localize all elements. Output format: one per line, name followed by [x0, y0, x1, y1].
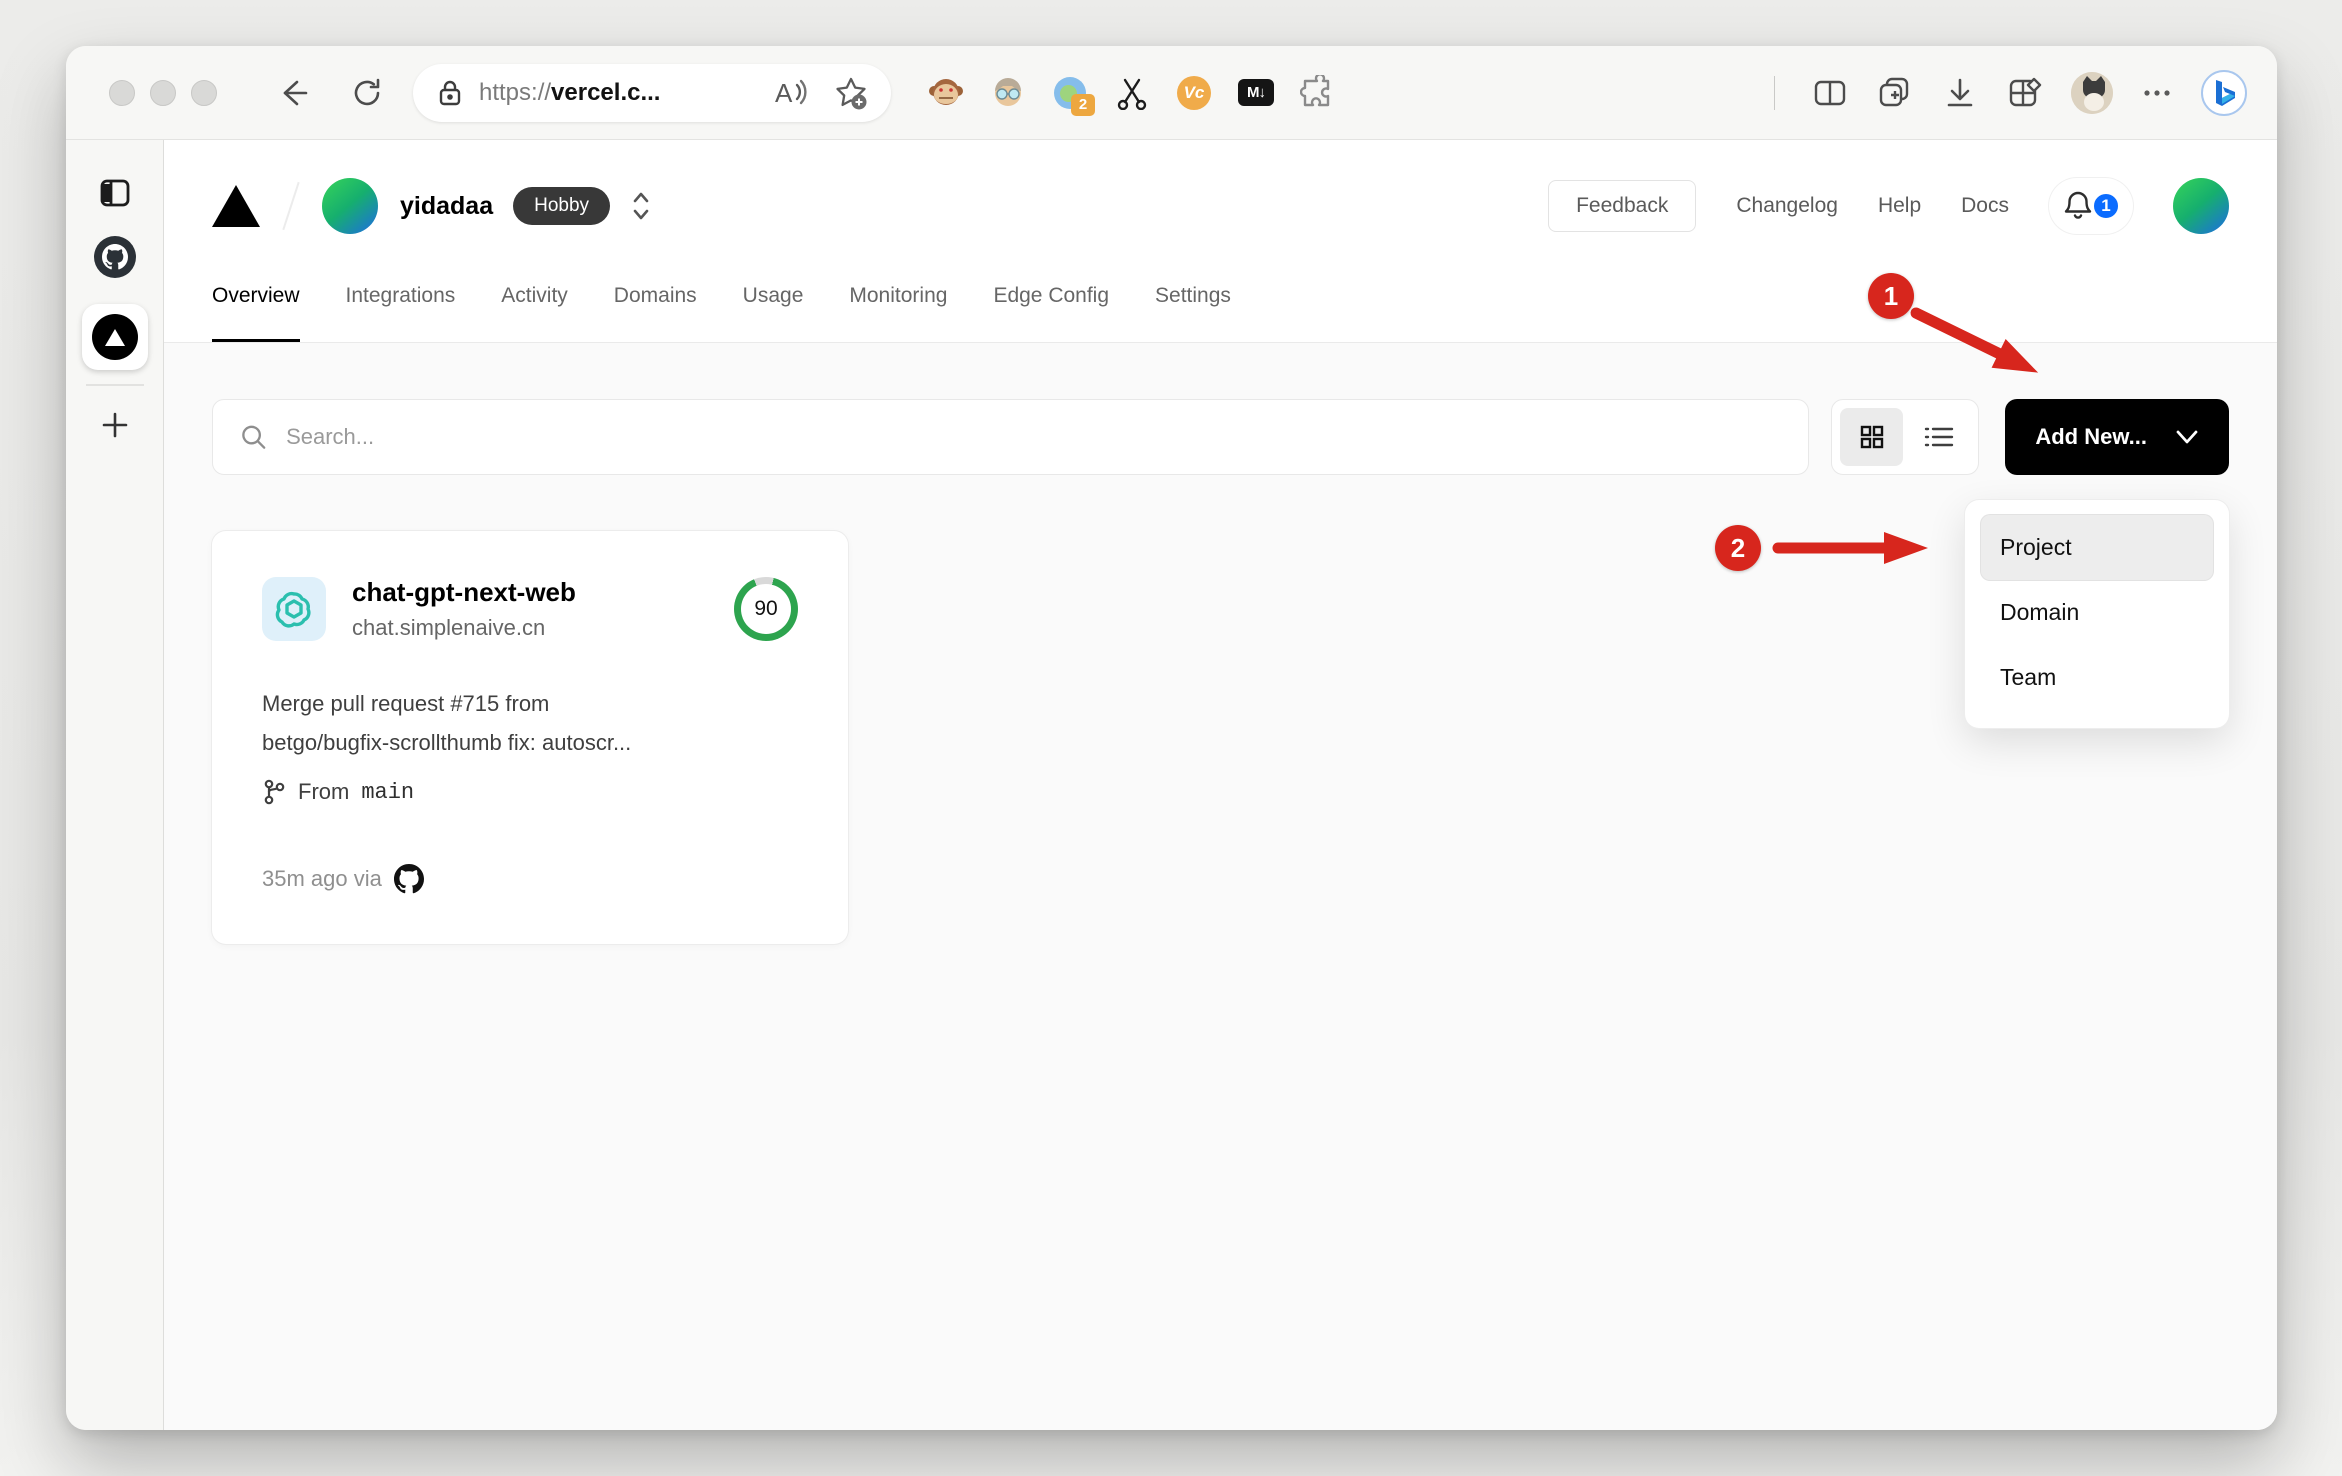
tab-usage[interactable]: Usage [743, 272, 804, 342]
changelog-link[interactable]: Changelog [1736, 194, 1838, 218]
help-link[interactable]: Help [1878, 194, 1921, 218]
lock-icon [439, 80, 461, 105]
git-branch-icon [264, 779, 285, 805]
markdown-download-extension-icon[interactable]: M↓ [1237, 74, 1275, 112]
traffic-lights [109, 79, 217, 106]
docs-link[interactable]: Docs [1961, 194, 2009, 218]
list-view-button[interactable] [1907, 408, 1970, 466]
notifications-button[interactable]: 1 [2049, 178, 2133, 234]
view-toggle [1831, 399, 1980, 475]
tab-settings[interactable]: Settings [1155, 272, 1231, 342]
svg-text:A: A [775, 78, 793, 108]
read-aloud-icon[interactable]: A [773, 77, 809, 109]
project-domain[interactable]: chat.simplenaive.cn [352, 615, 576, 641]
search-icon [242, 425, 266, 449]
tab-activity[interactable]: Activity [501, 272, 568, 342]
team-name[interactable]: yidadaa [400, 192, 493, 221]
project-search [212, 399, 1810, 475]
project-favicon-openai [262, 577, 326, 641]
overview-content: Add New... Project Domain Team [164, 343, 2277, 1430]
slash-divider [282, 181, 300, 231]
bell-icon [2064, 191, 2092, 219]
branch-name: main [361, 779, 415, 805]
team-switcher-icon[interactable] [628, 189, 654, 223]
tab-monitoring[interactable]: Monitoring [849, 272, 947, 342]
github-icon [393, 864, 424, 894]
vertical-tab-strip [66, 140, 164, 1430]
annotation-step-2: 2 [1715, 525, 1761, 571]
toolbar-right [1764, 69, 2247, 116]
proxy-extension-icon[interactable]: 2 [1051, 74, 1095, 116]
tab-integrations[interactable]: Integrations [346, 272, 456, 342]
project-card[interactable]: chat-gpt-next-web chat.simplenaive.cn 90… [212, 531, 848, 944]
lighthouse-score-gauge: 90 [734, 577, 798, 641]
chevron-down-icon [2176, 430, 2198, 444]
vercel-logo[interactable] [212, 185, 260, 227]
grid-icon [1860, 425, 1884, 449]
commit-message: Merge pull request #715 from betgo/bugfi… [262, 691, 632, 755]
annotation-step-1: 1 [1868, 273, 1914, 319]
tab-github-favicon[interactable] [93, 236, 136, 278]
collections-icon[interactable] [1875, 73, 1915, 113]
grid-view-button[interactable] [1840, 408, 1904, 466]
feedback-button[interactable]: Feedback [1548, 180, 1697, 232]
minimize-window-button[interactable] [150, 79, 176, 106]
vercel-header: yidadaa Hobby Feedback Changelog Help Do… [164, 140, 2277, 343]
dropdown-item-team[interactable]: Team [1981, 645, 2213, 710]
toolbar-divider [1774, 75, 1775, 110]
dropdown-item-domain[interactable]: Domain [1981, 580, 2213, 645]
favorites-star-icon[interactable] [833, 75, 869, 111]
branch-row: From main [262, 778, 798, 806]
notification-count-badge: 1 [2091, 191, 2121, 221]
split-screen-icon[interactable] [1811, 74, 1849, 112]
dropdown-item-project[interactable]: Project [1981, 515, 2213, 580]
sidebar-panel-icon[interactable] [98, 176, 132, 210]
add-new-button[interactable]: Add New... [2005, 399, 2229, 475]
address-bar[interactable]: https://vercel.c... A [413, 63, 891, 122]
downloads-icon[interactable] [1941, 74, 1979, 112]
vercel-page: yidadaa Hobby Feedback Changelog Help Do… [164, 140, 2277, 1430]
add-new-dropdown: Project Domain Team [1965, 500, 2229, 728]
deployment-meta: 35m ago via [262, 864, 798, 894]
project-name[interactable]: chat-gpt-next-web [352, 577, 576, 608]
vercel-favicon [91, 314, 138, 360]
list-icon [1924, 427, 1954, 447]
browser-window: https://vercel.c... A 2 Vc M↓ yidadaa Ho… [66, 46, 2277, 1430]
browser-essentials-icon[interactable] [2005, 73, 2045, 113]
url-text: https://vercel.c... [479, 78, 661, 106]
tampermonkey-extension-icon[interactable] [927, 74, 965, 112]
tab-edge-config[interactable]: Edge Config [993, 272, 1109, 342]
dashboard-tabs: Overview Integrations Activity Domains U… [212, 272, 2229, 342]
team-avatar[interactable] [322, 178, 378, 234]
search-input[interactable] [286, 424, 1783, 450]
score-value: 90 [741, 584, 791, 634]
close-window-button[interactable] [109, 79, 135, 106]
browser-toolbar: https://vercel.c... A 2 Vc M↓ [66, 46, 2277, 140]
extension-badge: 2 [1071, 93, 1095, 116]
profile-avatar[interactable] [2071, 71, 2113, 114]
scissors-extension-icon[interactable] [1113, 74, 1151, 112]
user-avatar[interactable] [2173, 178, 2229, 234]
extension-icons: 2 Vc M↓ [927, 74, 1337, 116]
zoom-window-button[interactable] [191, 79, 217, 106]
refresh-icon[interactable] [347, 73, 387, 113]
plan-badge: Hobby [513, 187, 611, 225]
tab-separator [85, 384, 144, 386]
new-tab-icon[interactable] [98, 408, 132, 442]
vc-extension-icon[interactable]: Vc [1175, 74, 1213, 112]
more-menu-icon[interactable] [2139, 75, 2175, 111]
tab-vercel-active[interactable] [81, 304, 148, 370]
bing-chat-icon[interactable] [2201, 69, 2247, 116]
tab-domains[interactable]: Domains [614, 272, 697, 342]
desktop: https://vercel.c... A 2 Vc M↓ yidadaa Ho… [0, 0, 2342, 1476]
extensions-puzzle-icon[interactable] [1299, 74, 1337, 112]
persona-extension-icon[interactable] [989, 74, 1027, 112]
back-icon[interactable] [273, 73, 313, 113]
tab-overview[interactable]: Overview [212, 272, 300, 342]
